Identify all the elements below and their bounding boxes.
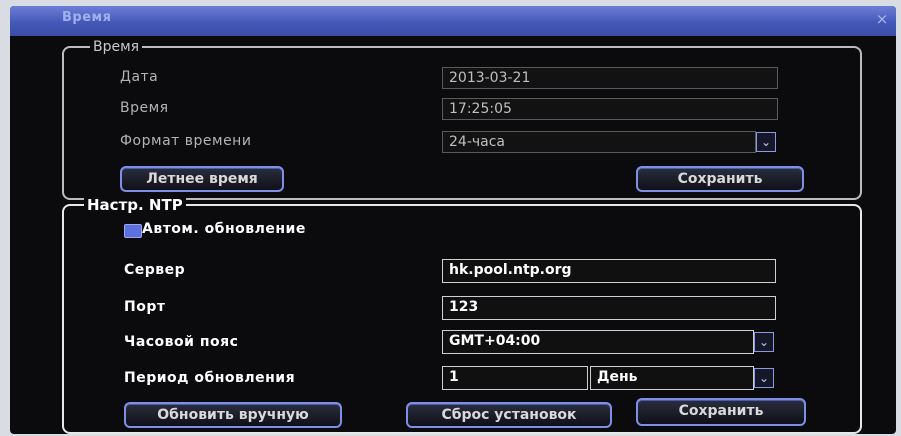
- ntp-group-title: Настр. NTP: [84, 197, 186, 213]
- time-format-label: Формат времени: [120, 133, 252, 149]
- save-time-button[interactable]: Сохранить: [636, 166, 804, 192]
- time-format-select[interactable]: 24-часа: [442, 131, 756, 153]
- chevron-down-icon[interactable]: ⌄: [754, 368, 774, 388]
- update-period-unit-select[interactable]: День: [590, 366, 754, 390]
- time-group-title: Время: [90, 39, 143, 55]
- auto-update-label: Автом. обновление: [142, 221, 306, 237]
- auto-update-checkbox[interactable]: [124, 224, 142, 238]
- ntp-group: Настр. NTP Автом. обновление Сервер hk.p…: [62, 197, 862, 434]
- time-field[interactable]: 17:25:05: [442, 98, 778, 120]
- date-field[interactable]: 2013-03-21: [442, 67, 778, 89]
- time-label: Время: [120, 100, 169, 116]
- chevron-down-icon[interactable]: ⌄: [754, 332, 774, 352]
- reset-settings-button[interactable]: Сброс установок: [406, 402, 612, 428]
- port-input[interactable]: 123: [442, 296, 776, 320]
- timezone-select[interactable]: GMT+04:00: [442, 330, 754, 354]
- time-group: Время Дата 2013-03-21 Время 17:25:05 Фор…: [62, 39, 862, 200]
- dst-button[interactable]: Летнее время: [120, 166, 284, 192]
- server-label: Сервер: [124, 262, 186, 278]
- save-ntp-button[interactable]: Сохранить: [636, 398, 806, 426]
- time-settings-window: Время × Время Дата 2013-03-21 Время 17:2…: [10, 6, 896, 434]
- close-icon[interactable]: ×: [874, 11, 890, 27]
- manual-update-button[interactable]: Обновить вручную: [124, 402, 342, 428]
- title-bar[interactable]: Время ×: [10, 6, 896, 36]
- port-label: Порт: [124, 299, 166, 315]
- window-title: Время: [62, 10, 112, 25]
- update-period-input[interactable]: 1: [442, 366, 588, 390]
- server-input[interactable]: hk.pool.ntp.org: [442, 259, 776, 283]
- chevron-down-icon[interactable]: ⌄: [756, 132, 776, 152]
- date-label: Дата: [120, 69, 159, 85]
- update-period-label: Период обновления: [124, 370, 296, 386]
- timezone-label: Часовой пояс: [124, 334, 239, 350]
